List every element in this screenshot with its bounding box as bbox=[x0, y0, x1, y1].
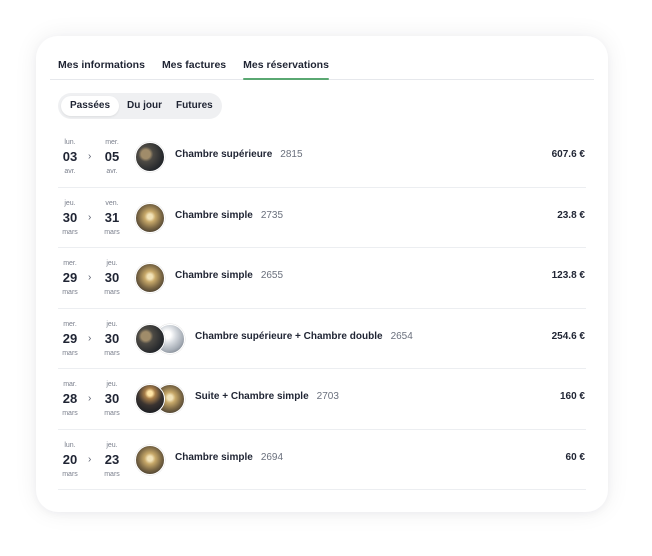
day-number: 30 bbox=[104, 270, 120, 285]
room-name: Chambre supérieure + Chambre double 2654 bbox=[195, 331, 413, 342]
weekday-label: mar. bbox=[63, 381, 77, 388]
month-label: mars bbox=[62, 228, 78, 236]
reservation-number: 2694 bbox=[260, 451, 284, 463]
room-thumbnail bbox=[135, 384, 165, 414]
reservation-row[interactable]: jeu. 30 mars › ven. 31 mars Chambre simp… bbox=[58, 188, 586, 248]
chevron-right-icon: › bbox=[88, 272, 92, 283]
chevron-right-icon: › bbox=[88, 332, 92, 344]
month-label: mars bbox=[104, 410, 120, 417]
room-name: Chambre simple 2735 bbox=[175, 210, 283, 221]
reservation-price: 123.8 € bbox=[551, 270, 585, 281]
reservation-number: 2654 bbox=[390, 330, 413, 342]
chevron-right-icon: › bbox=[88, 211, 92, 223]
reservation-number: 2703 bbox=[316, 391, 339, 402]
day-number: 31 bbox=[104, 209, 120, 225]
reservation-price: 254.6 € bbox=[551, 330, 585, 342]
month-label: mars bbox=[104, 470, 120, 478]
room-name-text: Chambre supérieure bbox=[175, 149, 273, 160]
weekday-label: jeu. bbox=[106, 320, 118, 328]
month-label: mars bbox=[104, 349, 120, 357]
room-name-text: Chambre supérieure + Chambre double bbox=[195, 330, 383, 342]
room-name-text: Chambre simple bbox=[175, 451, 253, 463]
account-tabs: Mes informations Mes factures Mes réserv… bbox=[50, 54, 594, 80]
reservation-price: 607.6 € bbox=[551, 149, 585, 160]
reservation-price: 160 € bbox=[559, 391, 585, 402]
weekday-label: jeu. bbox=[106, 381, 118, 388]
tab-mes-informations[interactable]: Mes informations bbox=[58, 54, 145, 79]
chevron-right-icon: › bbox=[88, 393, 92, 404]
reservation-price: 23.8 € bbox=[557, 209, 585, 221]
weekday-label: jeu. bbox=[106, 260, 118, 267]
reservation-row[interactable]: mar. 28 mars › jeu. 30 mars Suite + Cham… bbox=[58, 369, 586, 430]
reservation-row[interactable]: mer. 29 mars › jeu. 30 mars Chambre simp… bbox=[58, 248, 586, 309]
filter-du-jour[interactable]: Du jour bbox=[121, 96, 168, 116]
reservation-number: 2735 bbox=[260, 209, 284, 221]
weekday-label: mer. bbox=[63, 320, 77, 328]
room-name: Chambre simple 2655 bbox=[175, 270, 283, 281]
tab-mes-factures[interactable]: Mes factures bbox=[162, 54, 226, 79]
tab-mes-reservations[interactable]: Mes réservations bbox=[243, 54, 329, 80]
day-number: 30 bbox=[62, 209, 78, 225]
month-label: mars bbox=[62, 349, 78, 357]
month-label: avr. bbox=[106, 168, 118, 175]
reservation-row[interactable]: mer. 29 mars › jeu. 30 mars Chambre supé… bbox=[58, 309, 586, 369]
day-number: 20 bbox=[62, 451, 78, 467]
weekday-label: mer. bbox=[105, 139, 119, 146]
room-thumbnail bbox=[135, 142, 165, 172]
month-label: mars bbox=[104, 289, 120, 296]
weekday-label: lun. bbox=[64, 139, 76, 146]
reservation-row[interactable]: lun. 03 avr. › mer. 05 avr. Chambre supé… bbox=[58, 127, 586, 188]
day-number: 23 bbox=[104, 451, 120, 467]
day-number: 05 bbox=[104, 149, 120, 164]
weekday-label: jeu. bbox=[106, 441, 118, 449]
weekday-label: mer. bbox=[63, 260, 77, 267]
room-thumbnail bbox=[135, 323, 165, 354]
weekday-label: jeu. bbox=[64, 199, 76, 207]
period-filter: Passées Du jour Futures bbox=[58, 93, 222, 119]
reservation-number: 2655 bbox=[260, 270, 284, 281]
day-number: 29 bbox=[62, 270, 78, 285]
room-thumbnail bbox=[135, 202, 165, 233]
day-number: 30 bbox=[104, 391, 120, 406]
day-number: 03 bbox=[62, 149, 78, 164]
day-number: 28 bbox=[62, 391, 78, 406]
month-label: avr. bbox=[64, 168, 76, 175]
month-label: mars bbox=[62, 470, 78, 478]
reservation-number: 2815 bbox=[280, 149, 303, 160]
filter-passees[interactable]: Passées bbox=[61, 96, 120, 116]
room-thumbnail bbox=[135, 263, 165, 293]
weekday-label: ven. bbox=[105, 199, 119, 207]
room-name: Suite + Chambre simple 2703 bbox=[195, 391, 339, 402]
day-number: 30 bbox=[104, 330, 120, 346]
chevron-right-icon: › bbox=[88, 151, 92, 162]
chevron-right-icon: › bbox=[88, 453, 92, 465]
room-name-text: Chambre simple bbox=[175, 209, 253, 221]
month-label: mars bbox=[104, 228, 120, 236]
reservation-list: lun. 03 avr. › mer. 05 avr. Chambre supé… bbox=[58, 127, 586, 490]
weekday-label: lun. bbox=[64, 441, 76, 449]
room-name-text: Suite + Chambre simple bbox=[195, 391, 309, 402]
room-thumbnail bbox=[135, 444, 165, 475]
month-label: mars bbox=[62, 410, 78, 417]
room-name-text: Chambre simple bbox=[175, 270, 253, 281]
month-label: mars bbox=[62, 289, 78, 296]
room-name: Chambre supérieure 2815 bbox=[175, 149, 303, 160]
reservation-row[interactable]: lun. 20 mars › jeu. 23 mars Chambre simp… bbox=[58, 430, 586, 490]
day-number: 29 bbox=[62, 330, 78, 346]
reservation-price: 60 € bbox=[565, 451, 585, 463]
filter-futures[interactable]: Futures bbox=[170, 96, 219, 116]
room-name: Chambre simple 2694 bbox=[175, 452, 283, 463]
